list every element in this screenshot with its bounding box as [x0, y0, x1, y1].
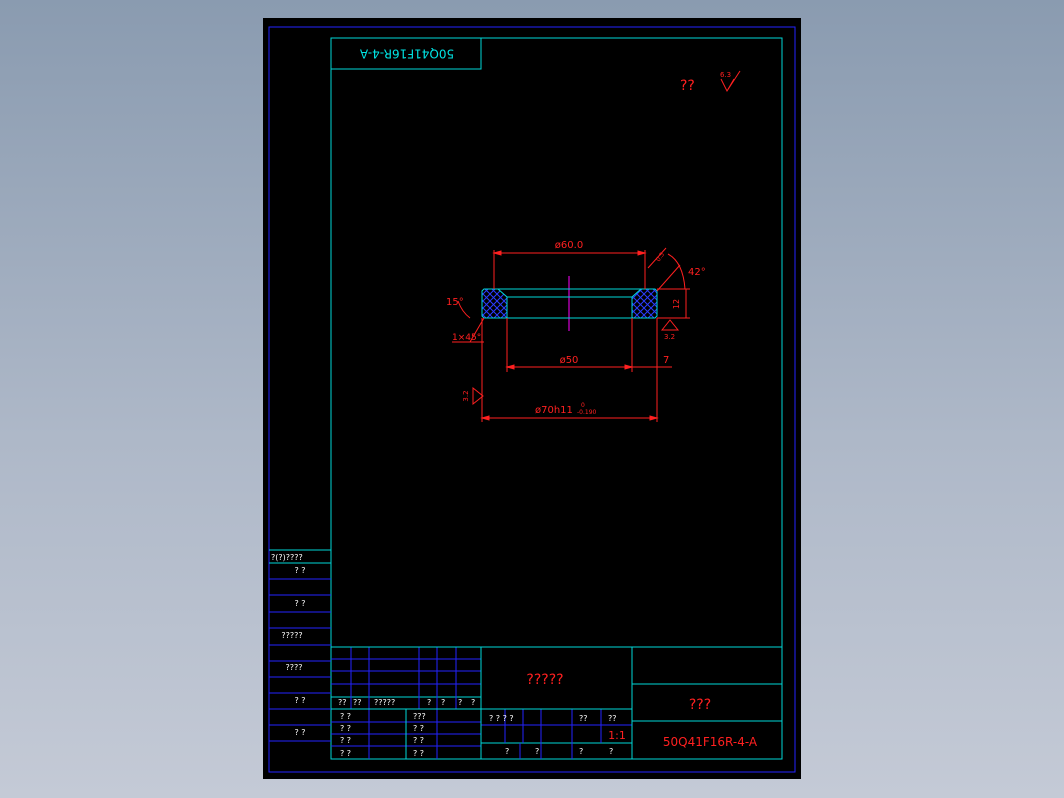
stamp-text: 50Q41F16R-4-A — [359, 47, 454, 61]
signature-label: ? ? — [340, 736, 351, 745]
revision-header: ?? — [338, 698, 347, 707]
material-label: ????? — [526, 672, 563, 688]
revision-header: ? — [427, 698, 431, 707]
roughness-left: 3.2 — [462, 390, 470, 401]
roughness-right: 3.2 — [664, 333, 675, 341]
angle-left-label: 15° — [446, 297, 464, 308]
drawing-sheet: 50Q41F16R-4-A ?? 6.3 ø60.0 0.5 42° 12 3.… — [268, 26, 796, 773]
dim-outer-label: ø70h11 — [535, 405, 573, 416]
tol-upper: 0 — [581, 402, 585, 409]
info-label: ?? — [608, 714, 617, 723]
roughness-symbol-right — [660, 319, 680, 331]
info-label: ? — [579, 747, 583, 756]
side-table-header: ?(?)???? — [271, 553, 303, 562]
signature-label: ? ? — [413, 736, 424, 745]
angle-right-group — [647, 247, 686, 292]
side-table-row: ? ? — [294, 696, 305, 705]
roughness-top: 6.3 — [720, 71, 731, 79]
cad-viewport[interactable]: 50Q41F16R-4-A ?? 6.3 ø60.0 0.5 42° 12 3.… — [263, 18, 801, 779]
signature-label: ? ? — [340, 749, 351, 758]
side-table-row: ????? — [281, 631, 302, 640]
signature-label: ? ? — [340, 712, 351, 721]
signature-label: ??? — [413, 712, 426, 721]
section-left — [481, 288, 508, 319]
signature-label: ? ? — [413, 724, 424, 733]
revision-header: ????? — [374, 698, 395, 707]
revision-header: ?? — [353, 698, 362, 707]
info-label: ? — [535, 747, 539, 756]
angle-right-label: 42° — [688, 267, 706, 278]
dim-top-label: ø60.0 — [555, 240, 583, 251]
info-label: ? — [609, 747, 613, 756]
side-table-grid — [269, 549, 331, 742]
signature-label: ? ? — [413, 749, 424, 758]
side-table-row: ? ? — [294, 599, 305, 608]
tol-lower: -0.190 — [577, 409, 597, 416]
side-table-row: ? ? — [294, 728, 305, 737]
chamfer-left-label: 1×45° — [452, 333, 481, 343]
surface-mark: ?? — [680, 78, 695, 94]
signature-label: ? ? — [340, 724, 351, 733]
width-label: 7 — [663, 355, 669, 366]
side-table-row: ???? — [286, 663, 303, 672]
revision-header: ? — [471, 698, 475, 707]
drawing-number: 50Q41F16R-4-A — [663, 735, 758, 749]
side-table-row: ? ? — [294, 566, 305, 575]
revision-header: ? — [441, 698, 445, 707]
part-name-label: ??? — [689, 697, 711, 713]
scale-value: 1:1 — [608, 729, 626, 742]
height-label: 12 — [672, 299, 681, 309]
revision-header: ? — [458, 698, 462, 707]
dim-inner-label: ø50 — [560, 355, 579, 366]
info-label: ? — [505, 747, 509, 756]
info-label: ?? — [579, 714, 588, 723]
inner-frame — [330, 37, 783, 760]
section-right — [631, 288, 658, 319]
info-label: ? ? ? ? — [489, 714, 514, 723]
chamfer-top-label: 0.5 — [655, 251, 666, 263]
outer-border — [268, 26, 796, 773]
